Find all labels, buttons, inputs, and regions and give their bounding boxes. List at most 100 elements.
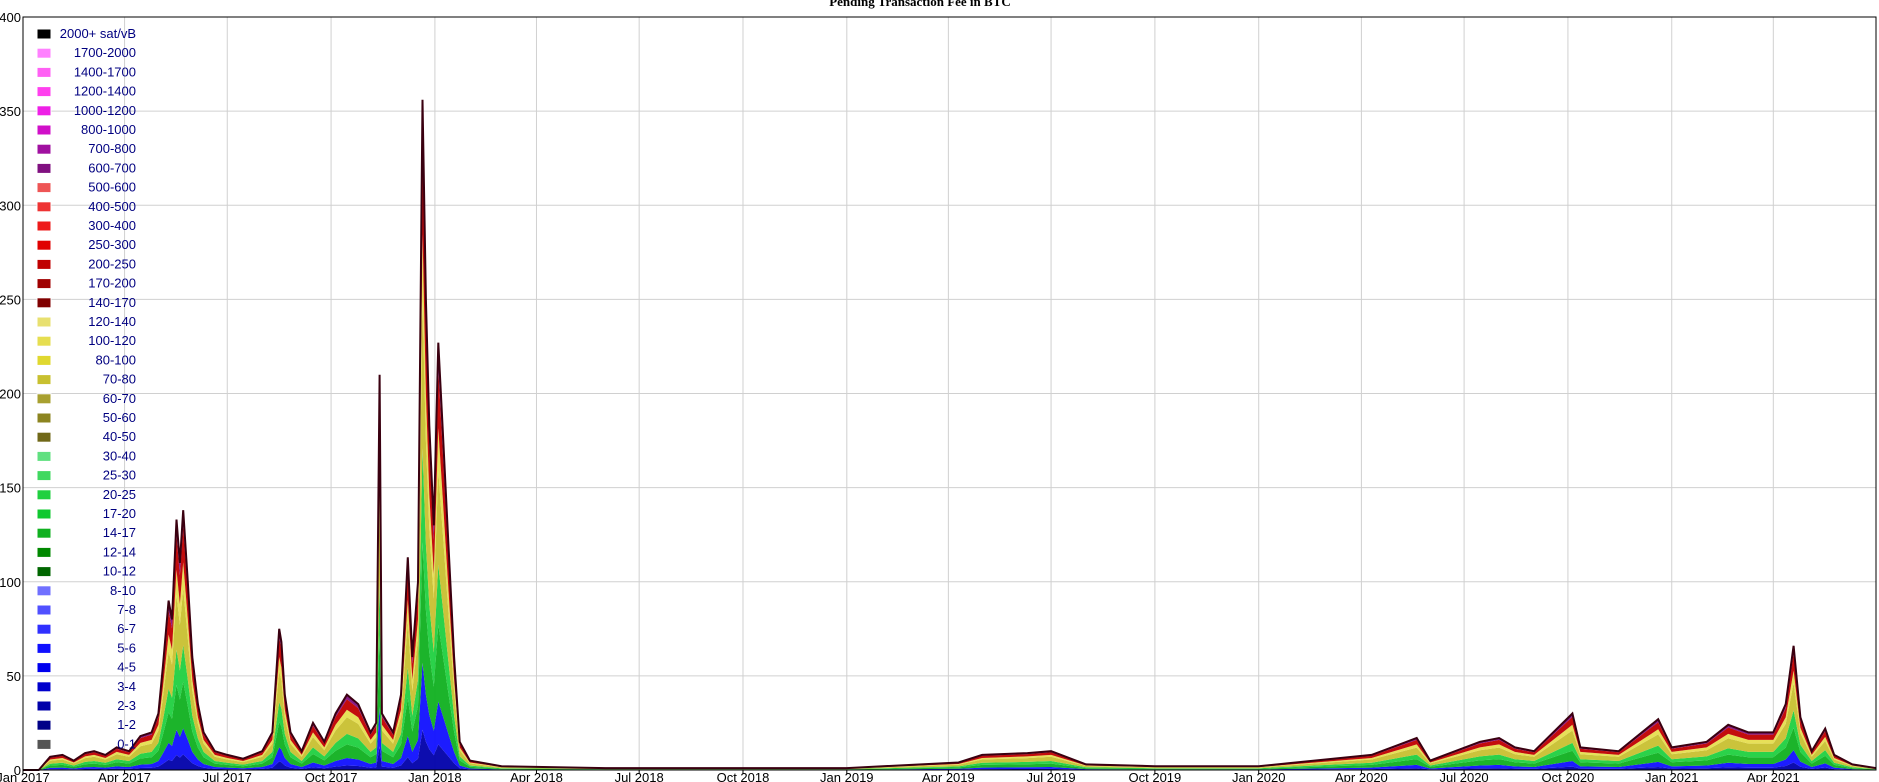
x-tick-label: Jan 2021 — [1645, 770, 1699, 782]
legend-label: 1-2 — [117, 717, 136, 732]
x-axis: Jan 2017 Apr 2017 Jul 2017 Oct 2017 Jan 2018… — [0, 770, 1800, 782]
legend-label: 4-5 — [117, 660, 136, 675]
x-tick-label: Jan 2018 — [408, 770, 462, 782]
legend-label: 400-500 — [88, 199, 136, 214]
legend-swatch — [36, 278, 52, 290]
legend-label: 140-170 — [88, 295, 136, 310]
legend-label: 1700-2000 — [74, 45, 136, 60]
y-tick-label: 300 — [0, 198, 21, 213]
fee-band-area — [23, 99, 1876, 771]
legend-swatch — [36, 489, 52, 501]
legend-label: 250-300 — [88, 237, 136, 252]
legend-swatch — [36, 162, 52, 174]
fee-band-area — [23, 542, 1876, 770]
fee-band-area — [23, 300, 1876, 770]
pending-fee-chart: Pending Transaction Fee in BTC 050100150… — [0, 0, 1877, 782]
legend-label: 60-70 — [103, 391, 136, 406]
legend-label: 800-1000 — [81, 122, 136, 137]
legend-label: 700-800 — [88, 141, 136, 156]
legend-swatch — [36, 143, 52, 155]
legend-label: 20-25 — [103, 487, 136, 502]
chart-title: Pending Transaction Fee in BTC — [829, 0, 1011, 9]
legend-label: 40-50 — [103, 429, 136, 444]
legend-swatch — [36, 700, 52, 712]
legend-swatch — [36, 201, 52, 213]
legend-label: 1200-1400 — [74, 84, 136, 99]
legend-label: 70-80 — [103, 372, 136, 387]
legend-swatch — [36, 220, 52, 232]
legend-swatch — [36, 719, 52, 731]
x-tick-label: Apr 2017 — [98, 770, 151, 782]
x-tick-label: Apr 2018 — [510, 770, 563, 782]
legend-label: 120-140 — [88, 314, 136, 329]
x-tick-label: Oct 2017 — [305, 770, 358, 782]
legend-swatch — [36, 297, 52, 309]
legend-swatch — [36, 450, 52, 462]
legend-swatch — [36, 412, 52, 424]
x-tick-label: Apr 2021 — [1747, 770, 1800, 782]
fee-band-area — [23, 233, 1876, 770]
y-tick-label: 100 — [0, 575, 21, 590]
legend-label: 600-700 — [88, 160, 136, 175]
legend-label: 2-3 — [117, 698, 136, 713]
x-tick-label: Jan 2017 — [0, 770, 50, 782]
legend-label: 10-12 — [103, 564, 136, 579]
legend-swatch — [36, 642, 52, 654]
legend-label: 2000+ sat/vB — [60, 26, 136, 41]
legend-swatch — [36, 681, 52, 693]
stacked-areas — [23, 99, 1877, 771]
legend-label: 0-1 — [117, 736, 136, 751]
legend-label: 3-4 — [117, 679, 136, 694]
legend-swatch — [36, 28, 52, 40]
y-tick-label: 250 — [0, 292, 21, 307]
fee-band-area — [23, 448, 1876, 770]
legend-swatch — [36, 623, 52, 635]
legend-label: 300-400 — [88, 218, 136, 233]
legend-swatch — [36, 86, 52, 98]
x-tick-label: Oct 2018 — [717, 770, 770, 782]
legend-label: 12-14 — [103, 544, 136, 559]
y-tick-label: 150 — [0, 481, 21, 496]
legend-label: 25-30 — [103, 468, 136, 483]
legend-swatch — [36, 335, 52, 347]
legend-label: 1400-1700 — [74, 64, 136, 79]
y-tick-label: 400 — [0, 10, 21, 25]
y-axis: 050100150200250300350400 — [0, 10, 21, 778]
legend-swatch — [36, 316, 52, 328]
legend-swatch — [36, 182, 52, 194]
legend-swatch — [36, 258, 52, 270]
legend-swatch — [36, 566, 52, 578]
legend-label: 100-120 — [88, 333, 136, 348]
legend-swatch — [36, 124, 52, 136]
x-tick-label: Apr 2019 — [922, 770, 975, 782]
legend-label: 30-40 — [103, 448, 136, 463]
grid-lines — [22, 16, 1876, 771]
legend-label: 80-100 — [96, 352, 136, 367]
legend-swatch — [36, 239, 52, 251]
legend-swatch — [36, 546, 52, 558]
x-tick-label: Apr 2020 — [1335, 770, 1388, 782]
legend-swatch — [36, 662, 52, 674]
x-tick-label: Jul 2018 — [615, 770, 664, 782]
legend-label: 50-60 — [103, 410, 136, 425]
x-tick-label: Jul 2019 — [1026, 770, 1075, 782]
legend-swatch — [36, 431, 52, 443]
legend-label: 6-7 — [117, 621, 136, 636]
legend-swatch — [36, 585, 52, 597]
legend-label: 500-600 — [88, 180, 136, 195]
legend-swatch — [36, 393, 52, 405]
legend-label: 1000-1200 — [74, 103, 136, 118]
legend-label: 8-10 — [110, 583, 136, 598]
x-tick-label: Jul 2017 — [203, 770, 252, 782]
x-tick-label: Jan 2019 — [820, 770, 874, 782]
y-tick-label: 50 — [7, 669, 21, 684]
legend: 2000+ sat/vB 1700-2000 1400-1700 1200-1400 1… — [36, 26, 136, 751]
legend-label: 200-250 — [88, 256, 136, 271]
legend-swatch — [36, 470, 52, 482]
legend-swatch — [36, 527, 52, 539]
legend-swatch — [36, 508, 52, 520]
legend-swatch — [36, 47, 52, 59]
total-fee-line — [23, 99, 1877, 771]
legend-label: 14-17 — [103, 525, 136, 540]
legend-swatch — [36, 66, 52, 78]
